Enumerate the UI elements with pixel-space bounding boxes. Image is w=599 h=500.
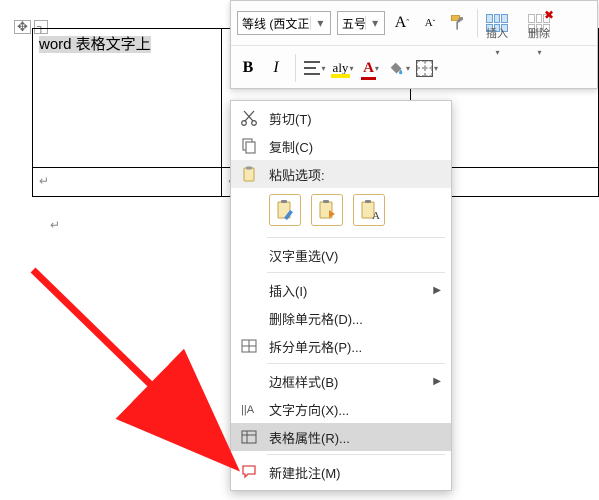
align-icon [304, 61, 320, 75]
format-painter-button[interactable] [447, 11, 469, 35]
menu-label: 拆分单元格(P)... [269, 337, 362, 356]
menu-paste-options-header: 粘贴选项: [231, 160, 451, 188]
menu-label: 新建批注(M) [269, 463, 341, 482]
insert-label: 插入 [486, 25, 508, 41]
align-button[interactable]: ▾ [304, 56, 326, 80]
menu-label: 删除单元格(D)... [269, 309, 363, 328]
copy-icon [239, 136, 259, 156]
svg-text:A: A [372, 210, 380, 222]
paste-options-row: A [231, 188, 451, 234]
menu-copy[interactable]: 复制(C) [231, 132, 451, 160]
paste-merge-formatting-button[interactable] [311, 194, 343, 226]
menu-delete-cells[interactable]: 删除单元格(D)... [231, 304, 451, 332]
table-properties-icon [239, 427, 259, 447]
grow-font-icon: A [395, 14, 407, 32]
menu-insert[interactable]: 插入(I) ▶ [231, 276, 451, 304]
menu-label: 文字方向(X)... [269, 400, 349, 419]
menu-label: 剪切(T) [269, 109, 312, 128]
split-cells-icon [239, 336, 259, 356]
submenu-arrow-icon: ▶ [433, 285, 441, 296]
grow-font-button[interactable]: Aˆ [391, 11, 413, 35]
font-size-combo[interactable]: 五号 ▾ [337, 11, 385, 35]
shrink-font-button[interactable]: Aˇ [419, 11, 441, 35]
menu-label: 复制(C) [269, 137, 313, 156]
comment-icon [239, 462, 259, 482]
insert-table-button[interactable]: 插入 ▾ [486, 3, 508, 43]
clipboard-icon [239, 164, 259, 184]
text-direction-icon: ||A [239, 399, 259, 419]
table-cell[interactable]: word 表格文字上 [33, 29, 222, 168]
menu-table-properties[interactable]: 表格属性(R)... [231, 423, 451, 451]
dropdown-arrow-icon[interactable]: ▾ [365, 16, 384, 30]
highlight-icon: aly [333, 60, 349, 76]
menu-new-comment[interactable]: 新建批注(M) [231, 458, 451, 486]
font-size-value: 五号 [338, 15, 365, 32]
format-painter-icon [448, 13, 468, 33]
delete-table-button[interactable]: 删除 ▾ [528, 3, 550, 43]
menu-label: 表格属性(R)... [269, 428, 350, 447]
dropdown-arrow-icon[interactable]: ▾ [310, 16, 330, 30]
menu-label: 边框样式(B) [269, 372, 338, 391]
bold-icon: B [243, 59, 254, 77]
font-family-combo[interactable]: 等线 (西文正 ▾ [237, 11, 331, 35]
paste-keep-source-button[interactable] [269, 194, 301, 226]
paragraph-mark: ↵ [50, 218, 60, 232]
mini-toolbar: 等线 (西文正 ▾ 五号 ▾ Aˆ Aˇ 插入 ▾ [230, 0, 598, 89]
paste-text-only-button[interactable]: A [353, 194, 385, 226]
shrink-font-icon: A [425, 17, 433, 29]
table-move-handle[interactable]: ✥ [14, 20, 31, 34]
font-color-button[interactable]: A▾ [360, 56, 382, 80]
table-cell[interactable]: ↵ [33, 168, 222, 197]
italic-button[interactable]: I [265, 56, 287, 80]
svg-text:||A: ||A [241, 404, 255, 416]
menu-split-cells[interactable]: 拆分单元格(P)... [231, 332, 451, 360]
bold-button[interactable]: B [237, 56, 259, 80]
borders-button[interactable]: ▾ [416, 56, 438, 80]
context-menu: 剪切(T) 复制(C) 粘贴选项: A 汉字重选(V) [230, 100, 452, 491]
paint-bucket-icon [388, 61, 405, 76]
cell-text[interactable]: word 表格文字上 [39, 36, 151, 53]
menu-border-styles[interactable]: 边框样式(B) ▶ [231, 367, 451, 395]
scissors-icon [239, 108, 259, 128]
clipboard-brush-icon [273, 198, 297, 222]
paragraph-mark: ↵ [39, 174, 49, 188]
menu-label: 汉字重选(V) [269, 246, 338, 265]
menu-label: 插入(I) [269, 281, 307, 300]
highlight-button[interactable]: aly▾ [332, 56, 354, 80]
submenu-arrow-icon: ▶ [433, 376, 441, 387]
borders-icon [416, 60, 433, 77]
menu-cut[interactable]: 剪切(T) [231, 104, 451, 132]
shading-button[interactable]: ▾ [388, 56, 410, 80]
clipboard-arrow-icon [315, 198, 339, 222]
menu-text-direction[interactable]: ||A 文字方向(X)... [231, 395, 451, 423]
font-color-icon: A [363, 60, 374, 77]
italic-icon: I [273, 59, 278, 77]
menu-label: 粘贴选项: [269, 165, 325, 184]
clipboard-letter-icon: A [357, 198, 381, 222]
font-family-value: 等线 (西文正 [238, 15, 310, 32]
delete-label: 删除 [528, 25, 550, 41]
menu-reconvert[interactable]: 汉字重选(V) [231, 241, 451, 269]
